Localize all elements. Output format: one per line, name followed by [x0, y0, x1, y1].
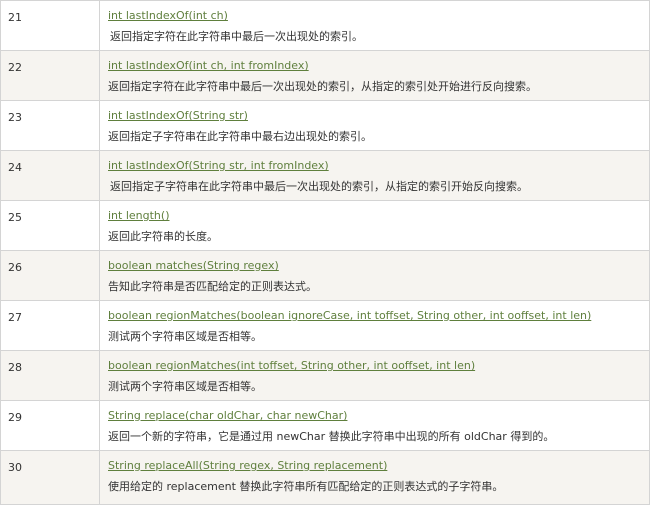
- row-number: 30: [0, 450, 100, 505]
- method-cell: boolean matches(String regex) 告知此字符串是否匹配…: [99, 250, 650, 301]
- method-link[interactable]: boolean matches(String regex): [108, 259, 279, 272]
- row-number: 26: [0, 250, 100, 301]
- table-row: 23 int lastIndexOf(String str) 返回指定子字符串在…: [0, 100, 650, 151]
- method-cell: boolean regionMatches(boolean ignoreCase…: [99, 300, 650, 351]
- table-row: 29 String replace(char oldChar, char new…: [0, 400, 650, 451]
- method-description: 测试两个字符串区域是否相等。: [108, 380, 262, 393]
- method-cell: int lastIndexOf(int ch) 返回指定字符在此字符串中最后一次…: [99, 0, 650, 51]
- method-link[interactable]: int lastIndexOf(int ch, int fromIndex): [108, 59, 309, 72]
- row-number: 27: [0, 300, 100, 351]
- row-number: 22: [0, 50, 100, 101]
- table-row: 27 boolean regionMatches(boolean ignoreC…: [0, 300, 650, 351]
- table-row: 30 String replaceAll(String regex, Strin…: [0, 450, 650, 505]
- method-description: 返回此字符串的长度。: [108, 230, 218, 243]
- method-link[interactable]: boolean regionMatches(int toffset, Strin…: [108, 359, 475, 372]
- method-link[interactable]: int length(): [108, 209, 169, 222]
- table-row: 26 boolean matches(String regex) 告知此字符串是…: [0, 250, 650, 301]
- method-description: 告知此字符串是否匹配给定的正则表达式。: [108, 280, 317, 293]
- method-cell: int lastIndexOf(String str) 返回指定子字符串在此字符…: [99, 100, 650, 151]
- method-description: 使用给定的 replacement 替换此字符串所有匹配给定的正则表达式的子字符…: [108, 480, 504, 493]
- method-cell: int lastIndexOf(int ch, int fromIndex) 返…: [99, 50, 650, 101]
- row-number: 29: [0, 400, 100, 451]
- row-number: 25: [0, 200, 100, 251]
- method-cell: boolean regionMatches(int toffset, Strin…: [99, 350, 650, 401]
- table-row: 21 int lastIndexOf(int ch) 返回指定字符在此字符串中最…: [0, 0, 650, 51]
- table-row: 24 int lastIndexOf(String str, int fromI…: [0, 150, 650, 201]
- table-row: 28 boolean regionMatches(int toffset, St…: [0, 350, 650, 401]
- method-link[interactable]: String replace(char oldChar, char newCha…: [108, 409, 347, 422]
- table-row: 22 int lastIndexOf(int ch, int fromIndex…: [0, 50, 650, 101]
- method-link[interactable]: String replaceAll(String regex, String r…: [108, 459, 387, 472]
- row-number: 21: [0, 0, 100, 51]
- method-description: 返回指定子字符串在此字符串中最右边出现处的索引。: [108, 130, 372, 143]
- method-cell: int lastIndexOf(String str, int fromInde…: [99, 150, 650, 201]
- row-number: 24: [0, 150, 100, 201]
- row-number: 28: [0, 350, 100, 401]
- method-table: 21 int lastIndexOf(int ch) 返回指定字符在此字符串中最…: [0, 0, 650, 505]
- method-description: 返回一个新的字符串，它是通过用 newChar 替换此字符串中出现的所有 old…: [108, 430, 555, 443]
- row-number: 23: [0, 100, 100, 151]
- method-description: 返回指定字符在此字符串中最后一次出现处的索引，从指定的索引处开始进行反向搜索。: [108, 80, 537, 93]
- table-row: 25 int length() 返回此字符串的长度。: [0, 200, 650, 251]
- method-description: 返回指定字符在此字符串中最后一次出现处的索引。: [110, 30, 363, 43]
- method-description: 返回指定子字符串在此字符串中最后一次出现处的索引，从指定的索引开始反向搜索。: [110, 180, 528, 193]
- method-cell: String replaceAll(String regex, String r…: [99, 450, 650, 505]
- method-cell: String replace(char oldChar, char newCha…: [99, 400, 650, 451]
- method-link[interactable]: int lastIndexOf(int ch): [108, 9, 228, 22]
- method-description: 测试两个字符串区域是否相等。: [108, 330, 262, 343]
- method-link[interactable]: int lastIndexOf(String str): [108, 109, 248, 122]
- method-link[interactable]: boolean regionMatches(boolean ignoreCase…: [108, 309, 591, 322]
- method-cell: int length() 返回此字符串的长度。: [99, 200, 650, 251]
- method-link[interactable]: int lastIndexOf(String str, int fromInde…: [108, 159, 329, 172]
